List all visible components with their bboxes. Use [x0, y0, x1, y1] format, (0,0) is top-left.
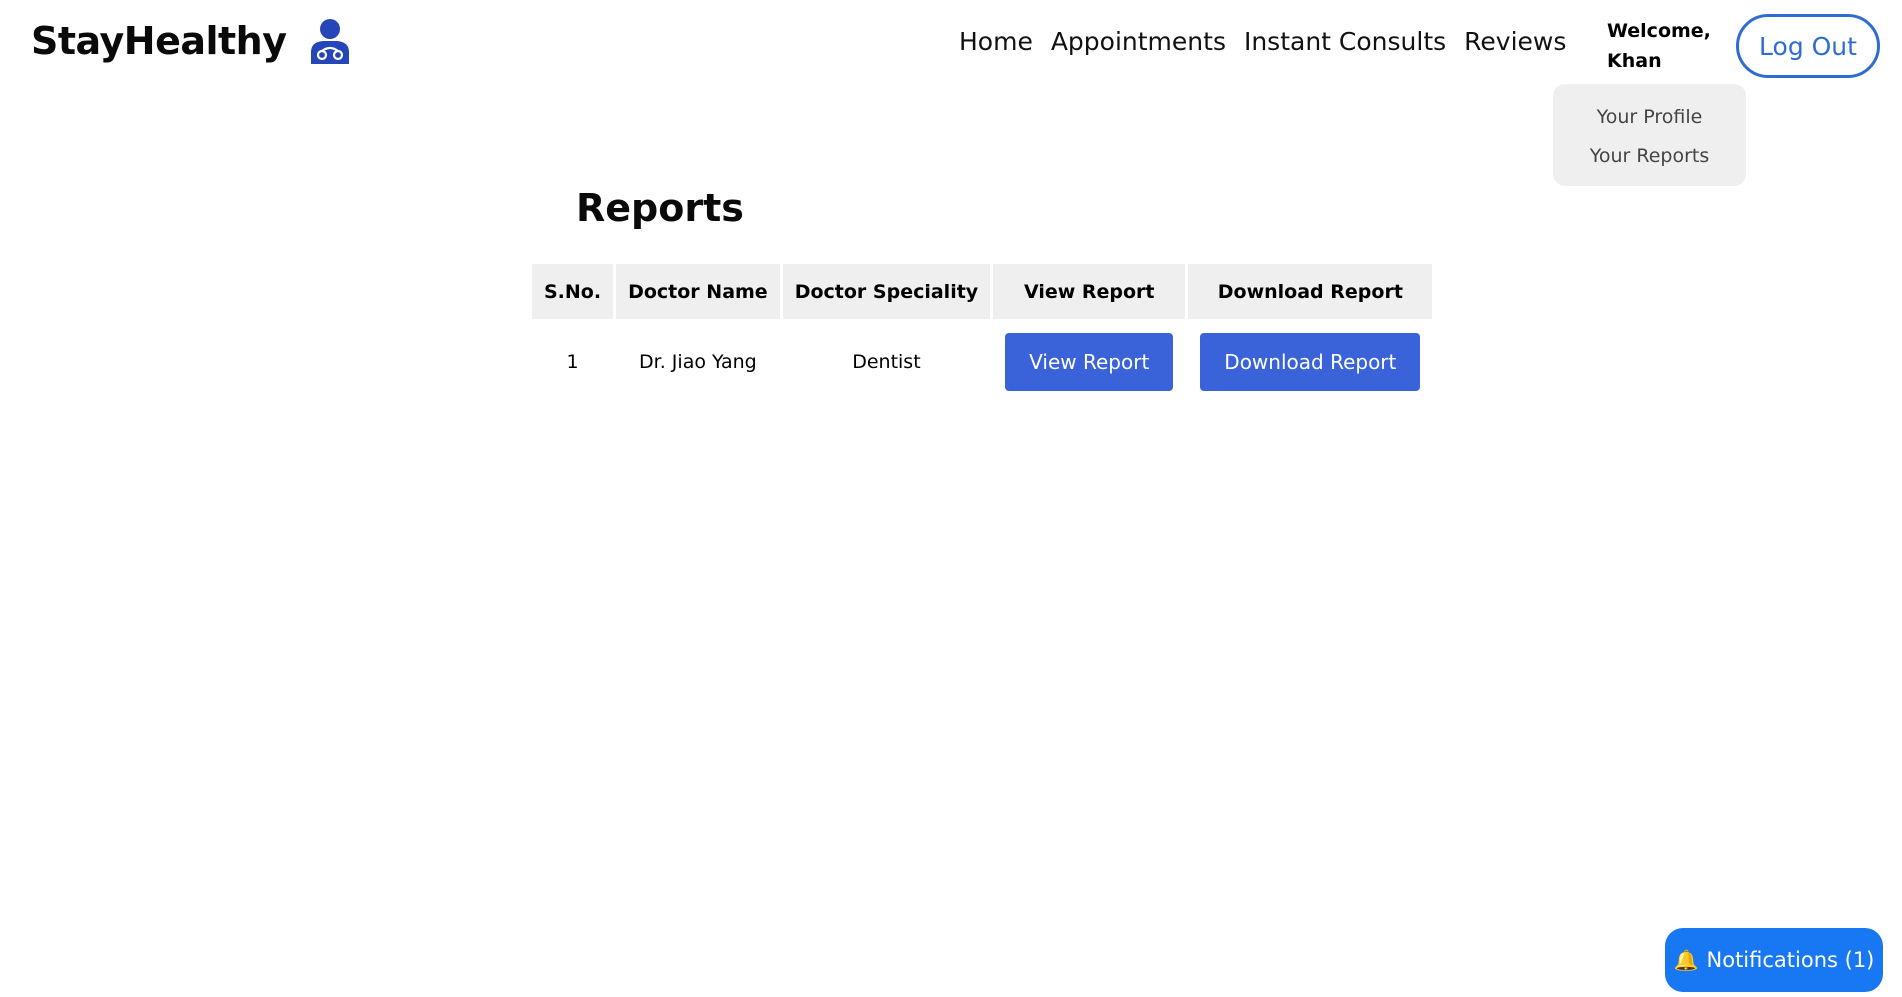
dropdown-your-reports[interactable]: Your Reports	[1553, 137, 1746, 176]
navbar: StayHealthy Home Appointments Instant Co…	[0, 0, 1902, 95]
cell-view: View Report	[993, 319, 1185, 405]
header-doctor-speciality: Doctor Speciality	[782, 264, 991, 319]
download-report-button[interactable]: Download Report	[1200, 333, 1421, 391]
header-sno: S.No.	[532, 264, 614, 319]
reports-table: S.No. Doctor Name Doctor Speciality View…	[529, 264, 1435, 405]
table-row: 1 Dr. Jiao Yang Dentist View Report Down…	[532, 319, 1432, 405]
nav-home[interactable]: Home	[959, 27, 1033, 56]
notifications-label: Notifications (1)	[1706, 948, 1875, 972]
nav-reviews[interactable]: Reviews	[1464, 27, 1566, 56]
welcome-text[interactable]: Welcome, Khan	[1607, 16, 1717, 76]
profile-dropdown: Your Profile Your Reports	[1553, 84, 1746, 186]
notifications-button[interactable]: 🔔 Notifications (1)	[1665, 928, 1883, 992]
doctor-icon	[310, 19, 349, 64]
header-doctor-name: Doctor Name	[616, 264, 780, 319]
view-report-button[interactable]: View Report	[1005, 333, 1174, 391]
cell-download: Download Report	[1188, 319, 1432, 405]
dropdown-your-profile[interactable]: Your Profile	[1553, 98, 1746, 137]
nav-instant-consults[interactable]: Instant Consults	[1244, 27, 1446, 56]
brand-name[interactable]: StayHealthy	[31, 19, 287, 63]
header-view-report: View Report	[993, 264, 1186, 319]
cell-sno: 1	[566, 351, 579, 373]
bell-icon: 🔔	[1673, 948, 1699, 972]
page-title: Reports	[576, 186, 744, 230]
cell-doctor-name: Dr. Jiao Yang	[639, 351, 757, 373]
header-download-report: Download Report	[1188, 264, 1433, 319]
table-header-row: S.No. Doctor Name Doctor Speciality View…	[532, 264, 1433, 319]
nav-appointments[interactable]: Appointments	[1051, 27, 1226, 56]
nav-links: Home Appointments Instant Consults Revie…	[959, 27, 1584, 56]
cell-speciality: Dentist	[852, 351, 921, 373]
brand[interactable]: StayHealthy	[31, 18, 351, 64]
logout-button[interactable]: Log Out	[1736, 14, 1880, 78]
